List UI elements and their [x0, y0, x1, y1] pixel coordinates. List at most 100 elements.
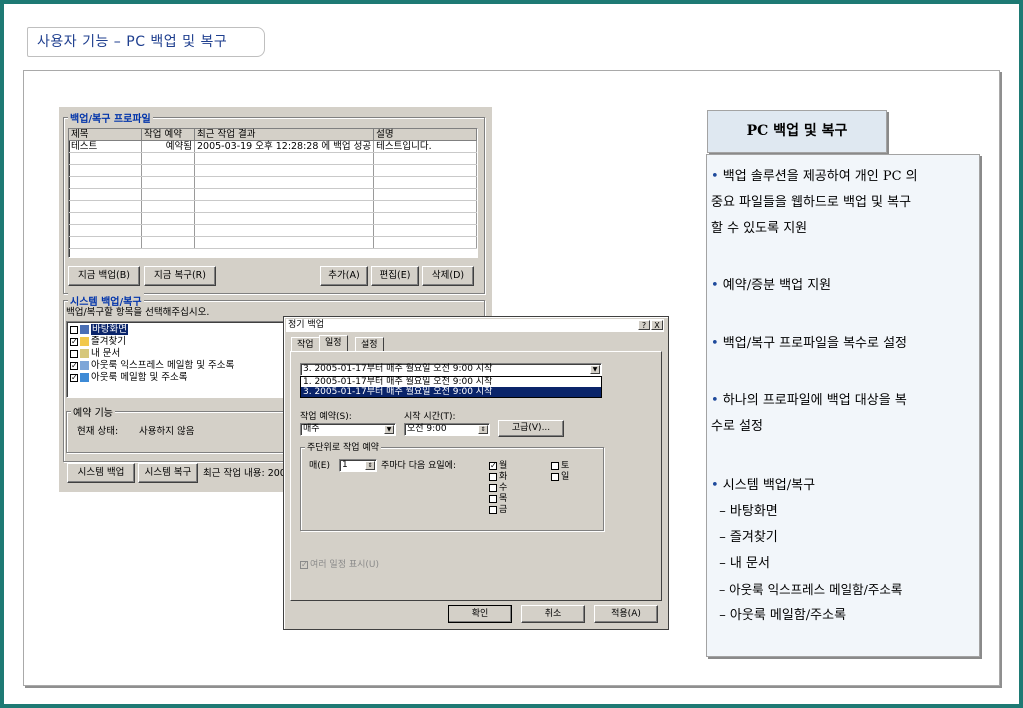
backup-now-button[interactable]: 지금 백업(B)	[68, 266, 140, 286]
page-title: 사용자 기능 – PC 백업 및 복구	[27, 27, 265, 57]
table-row	[69, 176, 477, 189]
system-restore-button[interactable]: 시스템 복구	[138, 463, 198, 483]
table-row	[69, 224, 477, 237]
day-label: 목	[499, 494, 508, 504]
multi-schedule-label: 여러 일정 표시(U)	[310, 560, 380, 570]
schedule-group-title: 예약 기능	[71, 404, 115, 419]
feature-subline: – 내 문서	[711, 556, 770, 571]
item-label: 내 문서	[91, 348, 121, 359]
feature-line: 중요 파일들을 웹하드로 백업 및 복구	[711, 195, 912, 210]
every-label: 매(E)	[309, 461, 330, 471]
help-button[interactable]: ?	[638, 320, 650, 330]
feature-line: 수로 설정	[711, 419, 763, 434]
tab-schedule[interactable]: 일정	[319, 335, 348, 352]
day-label: 금	[499, 505, 508, 515]
schedule-status-label: 현재 상태:	[77, 426, 119, 437]
desktop-icon	[80, 325, 89, 334]
checkbox-desktop[interactable]	[70, 325, 78, 334]
checkbox-outlook-express[interactable]: ✓	[70, 361, 78, 370]
tab-settings[interactable]: 설정	[355, 337, 384, 352]
system-item-list: 바탕화면 ✓ 즐겨찾기 내 문서 ✓ 아웃룩 익스프레스 메일함 및 주소록 ✓ 아웃…	[66, 321, 298, 398]
table-row[interactable]: 테스트 예약됨 2005-03-19 오후 12:28:28 에 백업 성공 테…	[69, 140, 477, 153]
cell-schedule: 예약됨	[141, 140, 195, 153]
system-item-desktop[interactable]: 바탕화면	[70, 324, 128, 336]
feature-subline: – 바탕화면	[711, 504, 778, 519]
feature-line: • 예약/증분 백업 지원	[711, 278, 832, 293]
chevron-down-icon[interactable]: ▼	[590, 365, 600, 374]
dialog-title-bar: 정기 백업 ? X	[286, 319, 664, 332]
profile-list[interactable]: 제목 작업 예약 최근 작업 결과 설명 테스트 예약됨 2005-03-19 …	[68, 128, 478, 258]
system-item-outlook-express[interactable]: ✓ 아웃룩 익스프레스 메일함 및 주소록	[70, 360, 234, 372]
start-time-field[interactable]: 오전 9:00 ⇕	[404, 423, 490, 436]
profile-group-title: 백업/복구 프로파일	[68, 110, 153, 125]
advanced-button[interactable]: 고급(V)...	[498, 420, 564, 437]
schedule-type-label: 작업 예약(S):	[300, 412, 352, 422]
schedule-list-combo[interactable]: 3. 2005-01-17부터 매주 월요일 오전 9:00 시작 ▼	[300, 363, 602, 376]
delete-profile-button[interactable]: 삭제(D)	[422, 266, 474, 286]
chevron-down-icon[interactable]: ▼	[384, 425, 394, 434]
close-button[interactable]: X	[651, 320, 663, 330]
feature-line: • 하나의 프로파일에 백업 대상을 복	[711, 393, 907, 408]
checkbox-tuesday[interactable]	[489, 472, 497, 481]
weekly-group-title: 주단위로 작업 예약	[305, 440, 381, 453]
item-label: 아웃룩 익스프레스 메일함 및 주소록	[91, 360, 235, 371]
checkbox-friday[interactable]	[489, 505, 497, 514]
day-friday[interactable]: 금	[489, 504, 507, 516]
feature-line: • 백업/복구 프로파일을 복수로 설정	[711, 336, 908, 351]
feature-line: • 시스템 백업/복구	[711, 478, 816, 493]
system-backup-button[interactable]: 시스템 백업	[67, 463, 135, 483]
item-label: 바탕화면	[91, 324, 128, 335]
spinner-icon[interactable]: ⇕	[365, 461, 375, 470]
checkbox-saturday[interactable]	[551, 461, 559, 470]
profile-table-header: 제목 작업 예약 최근 작업 결과 설명	[69, 129, 477, 141]
checkbox-favorites[interactable]: ✓	[70, 337, 78, 346]
checkbox-outlook[interactable]: ✓	[70, 373, 78, 382]
weekly-group: 주단위로 작업 예약 매(E) 1 ⇕ 주마다 다음 요일에: ✓ 월 화 수 목…	[300, 440, 604, 531]
add-profile-button[interactable]: 추가(A)	[320, 266, 368, 286]
mail-icon	[80, 361, 89, 370]
day-sunday[interactable]: 일	[551, 471, 569, 483]
checkbox-multi-schedule[interactable]: ✓	[300, 560, 308, 569]
list-item[interactable]: 1. 2005-01-17부터 매주 월요일 오전 9:00 시작	[301, 377, 601, 387]
column-header-result[interactable]: 최근 작업 결과	[194, 129, 375, 141]
checkbox-wednesday[interactable]	[489, 483, 497, 492]
restore-now-button[interactable]: 지금 복구(R)	[144, 266, 216, 286]
system-item-favorites[interactable]: ✓ 즐겨찾기	[70, 336, 126, 348]
cancel-button[interactable]: 취소	[521, 605, 585, 623]
column-header-title[interactable]: 제목	[69, 129, 142, 141]
documents-folder-icon	[80, 349, 89, 358]
system-backup-instruction: 백업/복구할 항목을 선택해주십시오.	[66, 307, 210, 318]
column-header-schedule[interactable]: 작업 예약	[141, 129, 195, 141]
dialog-title: 정기 백업	[288, 320, 324, 330]
day-label: 화	[499, 472, 508, 482]
checkbox-monday[interactable]: ✓	[489, 461, 497, 470]
feature-subline: – 즐겨찾기	[711, 530, 778, 545]
day-label: 월	[499, 461, 508, 471]
checkbox-thursday[interactable]	[489, 494, 497, 503]
last-job-text: 최근 작업 내용: 2005	[203, 468, 292, 479]
edit-profile-button[interactable]: 편집(E)	[371, 266, 419, 286]
multi-schedule-option[interactable]: ✓ 여러 일정 표시(U)	[300, 559, 379, 571]
cell-title: 테스트	[69, 140, 142, 153]
checkbox-sunday[interactable]	[551, 472, 559, 481]
outlook-icon	[80, 373, 89, 382]
day-label: 수	[499, 483, 508, 493]
start-time-label: 시작 시간(T):	[404, 412, 456, 422]
system-item-outlook[interactable]: ✓ 아웃룩 메일함 및 주소록	[70, 372, 187, 384]
content-area: 백업/복구 프로파일 제목 작업 예약 최근 작업 결과 설명 테스트 예약됨 …	[23, 70, 1000, 686]
system-item-documents[interactable]: 내 문서	[70, 348, 120, 360]
list-item[interactable]: 3. 2005-01-17부터 매주 월요일 오전 9:00 시작	[301, 387, 601, 397]
table-row	[69, 200, 477, 213]
table-row	[69, 152, 477, 165]
spinner-icon[interactable]: ⇕	[478, 425, 488, 434]
feature-subline: – 아웃룩 익스프레스 메일함/주소록	[711, 582, 903, 597]
schedule-list-value: 3. 2005-01-17부터 매주 월요일 오전 9:00 시작	[303, 364, 493, 374]
column-header-description[interactable]: 설명	[373, 129, 477, 141]
checkbox-documents[interactable]	[70, 349, 78, 358]
apply-button[interactable]: 적용(A)	[594, 605, 658, 623]
schedule-type-combo[interactable]: 매주 ▼	[300, 423, 396, 436]
ok-button[interactable]: 확인	[448, 605, 512, 623]
every-weeks-field[interactable]: 1 ⇕	[339, 459, 377, 472]
star-folder-icon	[80, 337, 89, 346]
tab-task[interactable]: 작업	[291, 337, 320, 352]
